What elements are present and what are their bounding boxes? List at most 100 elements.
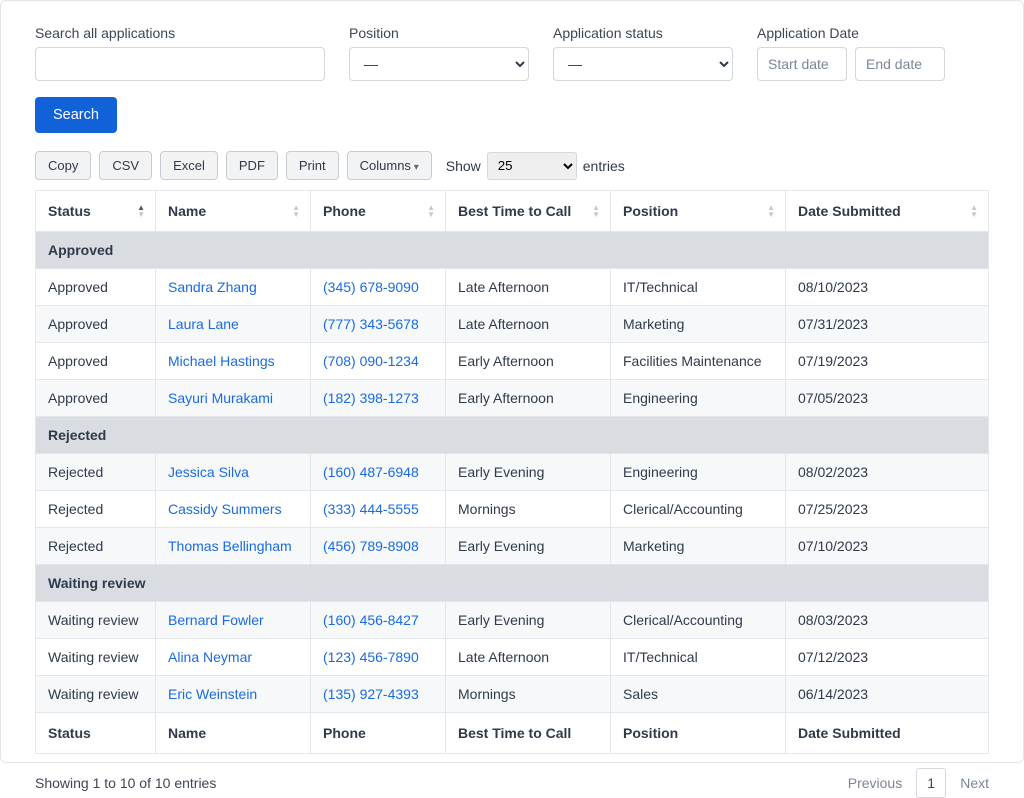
fcol-name: Name [156,713,311,754]
cell-status: Approved [36,380,156,417]
table-row: Approved Laura Lane (777) 343-5678 Late Aft… [36,306,989,343]
cell-name-link[interactable]: Laura Lane [168,316,239,332]
start-date-input[interactable] [757,47,847,81]
col-position-label: Position [623,203,678,219]
cell-best-time: Late Afternoon [446,306,611,343]
group-label: Waiting review [36,565,989,602]
cell-best-time: Late Afternoon [446,269,611,306]
position-select[interactable]: — [349,47,529,81]
search-input[interactable] [35,47,325,81]
next-button[interactable]: Next [960,775,989,791]
cell-phone-link[interactable]: (160) 456-8427 [323,612,419,628]
cell-name-link[interactable]: Alina Neymar [168,649,252,665]
entries-label: entries [583,158,625,174]
col-phone-label: Phone [323,203,366,219]
cell-name-link[interactable]: Thomas Bellingham [168,538,292,554]
cell-name-link[interactable]: Bernard Fowler [168,612,264,628]
cell-name-link[interactable]: Eric Weinstein [168,686,257,702]
status-label: Application status [553,25,733,41]
cell-name: Bernard Fowler [156,602,311,639]
cell-name: Laura Lane [156,306,311,343]
columns-button[interactable]: Columns [347,151,432,180]
cell-name-link[interactable]: Cassidy Summers [168,501,282,517]
cell-position: Marketing [611,528,786,565]
sort-icon: ▲▼ [292,204,300,218]
cell-date: 07/12/2023 [786,639,989,676]
cell-phone-link[interactable]: (123) 456-7890 [323,649,419,665]
fcol-status: Status [36,713,156,754]
col-name[interactable]: Name ▲▼ [156,191,311,232]
page-number[interactable]: 1 [916,768,946,798]
csv-button[interactable]: CSV [99,151,152,180]
cell-date: 07/19/2023 [786,343,989,380]
col-best-time-label: Best Time to Call [458,203,571,219]
cell-status: Approved [36,306,156,343]
cell-phone-link[interactable]: (333) 444-5555 [323,501,419,517]
table-row: Waiting review Eric Weinstein (135) 927-43… [36,676,989,713]
cell-status: Waiting review [36,676,156,713]
cell-date: 07/10/2023 [786,528,989,565]
cell-phone-link[interactable]: (135) 927-4393 [323,686,419,702]
applications-table: Status ▲▼ Name ▲▼ Phone ▲▼ Best Time to … [35,190,989,754]
cell-name: Alina Neymar [156,639,311,676]
cell-name: Thomas Bellingham [156,528,311,565]
cell-name-link[interactable]: Sayuri Murakami [168,390,273,406]
cell-name-link[interactable]: Jessica Silva [168,464,249,480]
filters-row: Search all applications Position — Appli… [35,25,989,81]
table-row: Waiting review Alina Neymar (123) 456-7890… [36,639,989,676]
col-status[interactable]: Status ▲▼ [36,191,156,232]
cell-phone-link[interactable]: (345) 678-9090 [323,279,419,295]
cell-position: Sales [611,676,786,713]
pdf-button[interactable]: PDF [226,151,278,180]
cell-status: Approved [36,269,156,306]
cell-name-link[interactable]: Michael Hastings [168,353,275,369]
cell-date: 08/10/2023 [786,269,989,306]
col-best-time[interactable]: Best Time to Call ▲▼ [446,191,611,232]
cell-date: 07/05/2023 [786,380,989,417]
col-date-label: Date Submitted [798,203,901,219]
col-date[interactable]: Date Submitted ▲▼ [786,191,989,232]
col-phone[interactable]: Phone ▲▼ [311,191,446,232]
cell-phone-link[interactable]: (456) 789-8908 [323,538,419,554]
cell-status: Approved [36,343,156,380]
status-select[interactable]: — [553,47,733,81]
search-button[interactable]: Search [35,97,117,133]
fcol-phone: Phone [311,713,446,754]
copy-button[interactable]: Copy [35,151,91,180]
cell-phone: (345) 678-9090 [311,269,446,306]
cell-phone: (160) 487-6948 [311,454,446,491]
prev-button[interactable]: Previous [848,775,902,791]
cell-position: Facilities Maintenance [611,343,786,380]
length-control: Show 25 entries [446,152,625,180]
cell-date: 08/02/2023 [786,454,989,491]
sort-icon: ▲▼ [767,204,775,218]
cell-status: Rejected [36,491,156,528]
length-select[interactable]: 25 [487,152,577,180]
info-text: Showing 1 to 10 of 10 entries [35,775,216,791]
cell-status: Rejected [36,454,156,491]
cell-best-time: Mornings [446,676,611,713]
print-button[interactable]: Print [286,151,339,180]
end-date-input[interactable] [855,47,945,81]
cell-phone: (123) 456-7890 [311,639,446,676]
cell-phone-link[interactable]: (160) 487-6948 [323,464,419,480]
col-position[interactable]: Position ▲▼ [611,191,786,232]
fcol-date: Date Submitted [786,713,989,754]
cell-phone: (708) 090-1234 [311,343,446,380]
cell-status: Waiting review [36,639,156,676]
cell-phone-link[interactable]: (182) 398-1273 [323,390,419,406]
cell-phone-link[interactable]: (708) 090-1234 [323,353,419,369]
cell-name-link[interactable]: Sandra Zhang [168,279,257,295]
cell-best-time: Mornings [446,491,611,528]
filter-date: Application Date [757,25,945,81]
cell-position: Clerical/Accounting [611,491,786,528]
cell-phone: (456) 789-8908 [311,528,446,565]
show-label: Show [446,158,481,174]
cell-date: 08/03/2023 [786,602,989,639]
cell-phone-link[interactable]: (777) 343-5678 [323,316,419,332]
cell-best-time: Early Evening [446,528,611,565]
table-footer: Showing 1 to 10 of 10 entries Previous 1… [35,768,989,798]
search-label: Search all applications [35,25,325,41]
excel-button[interactable]: Excel [160,151,218,180]
date-label: Application Date [757,25,945,41]
